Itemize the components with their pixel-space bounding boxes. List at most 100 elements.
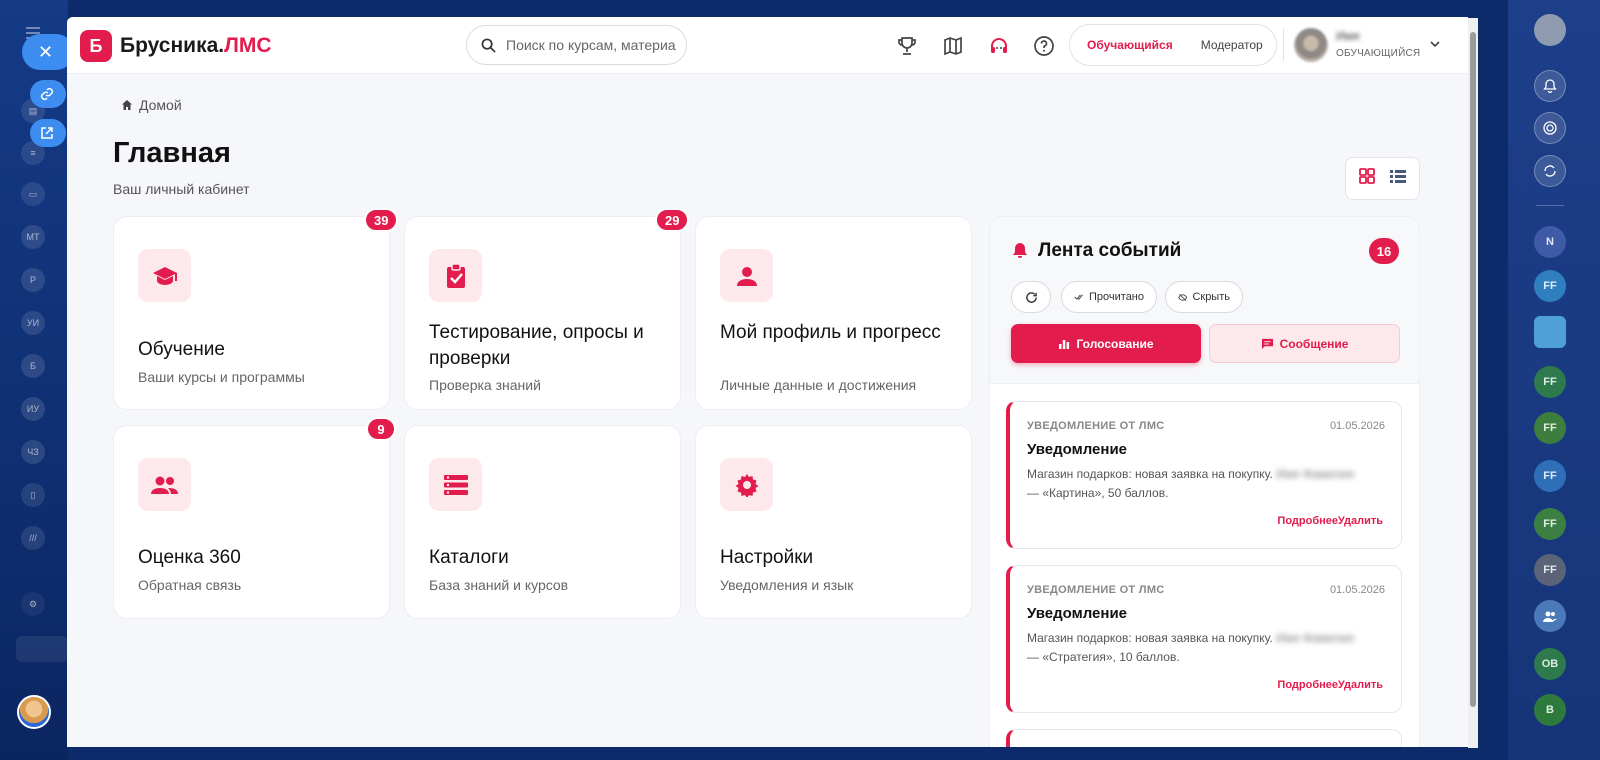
logo-name: Брусника. bbox=[120, 34, 225, 57]
notification-text: Магазин подарков: новая заявка на покупк… bbox=[1027, 465, 1387, 503]
card-icon-bg bbox=[138, 458, 191, 511]
double-check-icon bbox=[1074, 294, 1083, 300]
notification-delete-link[interactable]: Удалить bbox=[1338, 679, 1383, 691]
role-moderator-button[interactable]: Модератор bbox=[1187, 28, 1277, 62]
desktop-chat-avatar[interactable]: N bbox=[1534, 226, 1566, 258]
desktop-left-item: УИ bbox=[20, 311, 46, 335]
trophy-icon[interactable] bbox=[894, 33, 920, 59]
scrollbar-thumb[interactable] bbox=[1470, 32, 1476, 707]
card-subtitle: Обратная связь bbox=[138, 577, 242, 593]
card-icon-bg bbox=[720, 458, 773, 511]
external-link-icon bbox=[41, 127, 53, 139]
notification-more-link[interactable]: Подробнее bbox=[1277, 515, 1338, 527]
page-subtitle: Ваш личный кабинет bbox=[113, 181, 250, 197]
target-icon[interactable] bbox=[1534, 112, 1566, 144]
card-title: Тестирование, опросы и проверки bbox=[429, 322, 644, 369]
desktop-left-panel: ▤ ≡ ▭ МТ Р УИ Б ИУ ЧЗ ▯ /// ⚙ bbox=[0, 0, 68, 760]
list-view-button[interactable] bbox=[1389, 167, 1407, 190]
card-settings[interactable]: Настройки Уведомления и язык bbox=[695, 425, 972, 619]
search-icon bbox=[481, 38, 496, 53]
desktop-chat-avatar[interactable]: B bbox=[1534, 694, 1566, 726]
desktop-chat-avatar[interactable]: FF bbox=[1534, 412, 1566, 444]
desktop-profile-avatar[interactable] bbox=[1534, 14, 1566, 46]
notification-text-main: Магазин подарков: новая заявка на покупк… bbox=[1027, 631, 1273, 645]
people-icon bbox=[150, 476, 178, 494]
logo-mark[interactable]: Б bbox=[80, 30, 112, 62]
bell-icon bbox=[1012, 242, 1028, 264]
desktop-user-avatar[interactable] bbox=[17, 695, 51, 729]
desktop-chat-avatar[interactable]: FF bbox=[1534, 366, 1566, 398]
desktop-chat-avatar[interactable]: FF bbox=[1534, 508, 1566, 540]
notification-date: 01.05.2026 bbox=[1329, 420, 1385, 432]
card-subtitle: Личные данные и достижения bbox=[720, 377, 917, 393]
breadcrumb-home-link[interactable]: Домой bbox=[139, 97, 182, 113]
page-title: Главная bbox=[113, 137, 231, 169]
header-divider bbox=[1283, 29, 1284, 61]
card-profile[interactable]: Мой профиль и прогресс Личные данные и д… bbox=[695, 216, 972, 410]
vote-label: Голосование bbox=[1076, 336, 1154, 351]
desktop-left-item: МТ bbox=[20, 225, 46, 249]
desktop-chat-avatar[interactable]: FF bbox=[1534, 270, 1566, 302]
sync-chat-icon[interactable] bbox=[1534, 155, 1566, 187]
card-title: Оценка 360 bbox=[138, 547, 241, 568]
help-icon[interactable] bbox=[1031, 33, 1057, 59]
logo-text[interactable]: Брусника.ЛМС bbox=[120, 34, 272, 58]
desktop-chat-avatar[interactable]: FF bbox=[1534, 460, 1566, 492]
card-title: Каталоги bbox=[429, 547, 509, 568]
card-subtitle: Ваши курсы и программы bbox=[138, 369, 305, 385]
user-avatar[interactable] bbox=[1294, 28, 1328, 62]
card-icon-bg bbox=[138, 249, 191, 302]
logo-accent: ЛМС bbox=[224, 34, 272, 57]
desktop-left-item: Б bbox=[20, 354, 46, 378]
desktop-left-block bbox=[16, 636, 68, 662]
card-learning[interactable]: Обучение Ваши курсы и программы bbox=[113, 216, 390, 410]
notification-text: Магазин подарков: новая заявка на покупк… bbox=[1027, 629, 1387, 667]
card-subtitle: Проверка знаний bbox=[429, 377, 541, 393]
card-title: Настройки bbox=[720, 547, 814, 568]
link-icon bbox=[40, 87, 54, 101]
bar-chart-icon bbox=[1059, 339, 1070, 349]
grid-view-button[interactable] bbox=[1358, 167, 1376, 190]
refresh-button[interactable] bbox=[1011, 281, 1051, 313]
open-new-window-button[interactable] bbox=[30, 119, 66, 147]
mark-read-button[interactable]: Прочитано bbox=[1061, 281, 1157, 313]
desktop-chat-avatar[interactable]: FF bbox=[1534, 554, 1566, 586]
role-learner-button[interactable]: Обучающийся bbox=[1073, 28, 1187, 62]
copy-link-button[interactable] bbox=[30, 80, 66, 108]
desktop-chat-avatar[interactable] bbox=[1534, 600, 1566, 632]
lms-window: Б Брусника.ЛМС Обучающийся Модератор Имя… bbox=[67, 17, 1468, 747]
user-name[interactable]: Имя bbox=[1336, 29, 1359, 43]
search-input[interactable] bbox=[506, 37, 676, 53]
user-role: ОБУЧАЮЩИЙСЯ bbox=[1336, 48, 1421, 59]
card-360-review[interactable]: Оценка 360 Обратная связь bbox=[113, 425, 390, 619]
person-icon bbox=[736, 266, 757, 286]
notification-card[interactable]: УВЕДОМЛЕНИЕ ОТ ЛМС 01.05.2026 Уведомлени… bbox=[1006, 401, 1402, 549]
card-catalogs[interactable]: Каталоги База знаний и курсов bbox=[404, 425, 681, 619]
notification-date: 01.05.2026 bbox=[1329, 584, 1385, 596]
notification-more-link[interactable]: Подробнее bbox=[1277, 679, 1338, 691]
hide-button[interactable]: Скрыть bbox=[1165, 281, 1243, 313]
desktop-chat-avatar[interactable] bbox=[1534, 316, 1566, 348]
clipboard-check-icon bbox=[446, 262, 465, 288]
desktop-chat-avatar[interactable]: OB bbox=[1534, 648, 1566, 680]
message-label: Сообщение bbox=[1279, 336, 1349, 351]
vote-button[interactable]: Голосование bbox=[1011, 324, 1201, 363]
search-box[interactable] bbox=[466, 25, 687, 65]
card-icon-bg bbox=[429, 458, 482, 511]
message-button[interactable]: Сообщение bbox=[1209, 324, 1400, 363]
desktop-left-item: ЧЗ bbox=[20, 440, 46, 464]
notification-card[interactable]: УВЕДОМЛЕНИЕ ОТ ЛМС 01.05.2026 Уведомлени… bbox=[1006, 565, 1402, 713]
desktop-left-item: ▭ bbox=[20, 182, 46, 206]
stripes-icon: /// bbox=[20, 526, 46, 550]
notification-card[interactable] bbox=[1006, 729, 1402, 747]
card-testing[interactable]: Тестирование, опросы и проверки Проверка… bbox=[404, 216, 681, 410]
map-icon[interactable] bbox=[940, 33, 966, 59]
chevron-down-icon[interactable] bbox=[1429, 37, 1441, 55]
notification-delete-link[interactable]: Удалить bbox=[1338, 515, 1383, 527]
eye-off-icon bbox=[1178, 293, 1188, 301]
notification-text-tail: — «Картина», 50 баллов. bbox=[1027, 486, 1169, 500]
support-headset-icon[interactable] bbox=[986, 33, 1012, 59]
count-badge: 29 bbox=[655, 208, 690, 232]
bell-icon[interactable] bbox=[1534, 70, 1566, 102]
notification-source: УВЕДОМЛЕНИЕ ОТ ЛМС bbox=[1027, 584, 1165, 596]
